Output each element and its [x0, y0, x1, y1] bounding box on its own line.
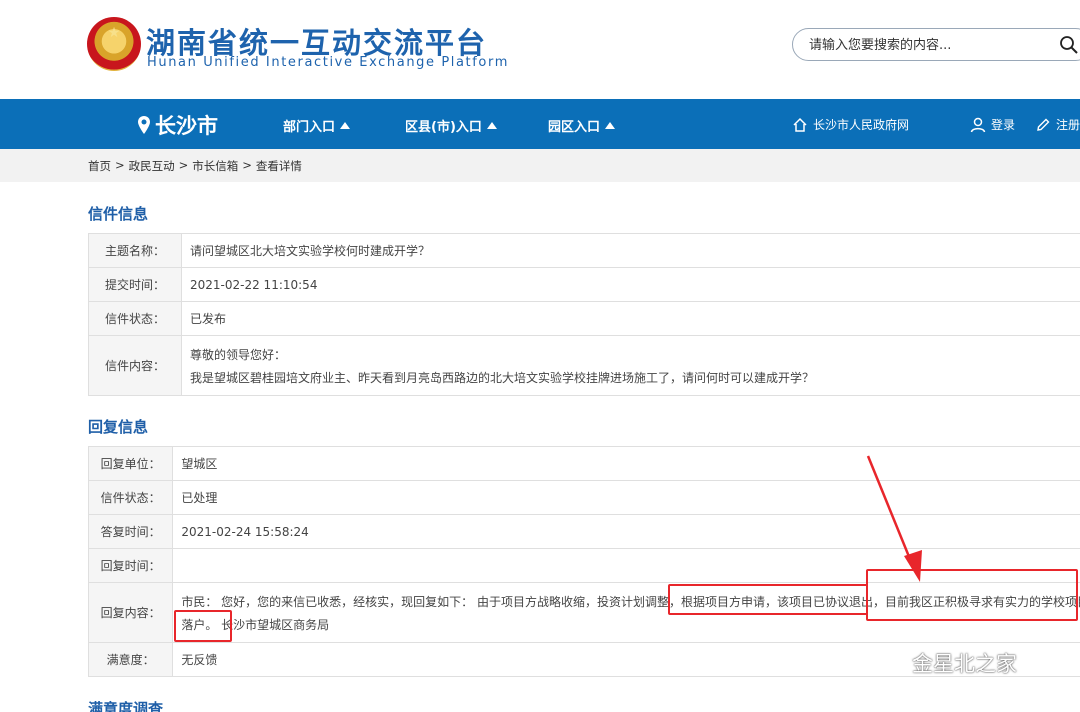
triangle-up-icon — [486, 122, 497, 129]
survey-section-title: 满意度调查 — [88, 700, 164, 712]
user-icon — [970, 117, 986, 132]
login-link[interactable]: 登录 — [970, 116, 1015, 133]
row-label: 信件状态： — [88, 301, 182, 336]
national-emblem-icon: ★ — [87, 17, 141, 71]
row-label: 信件状态： — [87, 480, 174, 515]
annotation-arrow-icon — [866, 455, 922, 582]
table-row: 提交时间： 2021-02-22 11:10:54 — [88, 267, 1080, 302]
breadcrumb-separator: > — [242, 158, 252, 172]
row-label: 主题名称： — [88, 233, 182, 268]
table-row: 信件状态： 已发布 — [88, 301, 1080, 336]
annotation-box-settle — [174, 610, 232, 642]
city-name: 长沙市 — [155, 114, 218, 138]
letter-info-table: 主题名称： 请问望城区北大培文实验学校何时建成开学？ 提交时间： 2021-02… — [88, 233, 1080, 396]
breadcrumb-separator: > — [178, 158, 189, 172]
breadcrumb-bar: 首页 > 政民互动 > 市长信箱 > 查看详情 — [0, 149, 1080, 182]
table-row: 主题名称： 请问望城区北大培文实验学校何时建成开学？ — [88, 233, 1080, 268]
letter-section-title: 信件信息 — [88, 205, 149, 223]
pencil-icon — [1037, 118, 1050, 131]
content-line: 尊敬的领导您好： — [190, 348, 287, 362]
annotation-box-exit — [668, 584, 868, 615]
watermark-text: 金星北之家 — [912, 652, 1017, 676]
content-line: 我是望城区碧桂园培文府业主、昨天看到月亮岛西路边的北大培文实验学校挂牌进场施工了… — [190, 371, 815, 385]
register-label: 注册 — [1056, 118, 1080, 132]
table-row: 回复单位： 望城区 — [87, 446, 1080, 481]
nav-label: 区县(市)入口 — [405, 120, 482, 135]
breadcrumb: 首页 > 政民互动 > 市长信箱 > 查看详情 — [88, 158, 302, 174]
answer-time-value: 2021-02-24 15:58:24 — [172, 514, 1080, 549]
search-box — [792, 28, 1080, 61]
row-label: 回复单位： — [87, 446, 174, 481]
submit-time-value: 2021-02-22 11:10:54 — [181, 267, 1080, 302]
reply-info-table: 回复单位： 望城区 信件状态： 已处理 答复时间： 2021-02-24 15:… — [87, 446, 1080, 677]
row-label: 信件内容： — [88, 335, 182, 396]
breadcrumb-home[interactable]: 首页 — [88, 158, 111, 174]
reply-unit-value: 望城区 — [172, 446, 1080, 481]
letter-status-value: 已发布 — [181, 301, 1080, 336]
triangle-up-icon — [605, 122, 616, 129]
nav-label: 部门入口 — [283, 120, 336, 135]
reply-section-title: 回复信息 — [88, 418, 149, 436]
row-label: 满意度： — [87, 642, 174, 677]
row-label: 答复时间： — [87, 514, 174, 549]
nav-park-entry[interactable]: 园区入口 — [548, 116, 616, 135]
city-selector[interactable]: 长沙市 — [137, 110, 218, 140]
breadcrumb-interaction[interactable]: 政民互动 — [129, 158, 175, 174]
breadcrumb-current: 查看详情 — [255, 159, 302, 173]
nav-department-entry[interactable]: 部门入口 — [283, 116, 351, 135]
search-input[interactable] — [809, 35, 1039, 55]
reply-status-value: 已处理 — [172, 480, 1080, 515]
search-icon[interactable] — [1059, 35, 1079, 55]
triangle-up-icon — [340, 122, 351, 129]
breadcrumb-mayor-mailbox[interactable]: 市长信箱 — [192, 158, 238, 174]
main-nav: 长沙市 部门入口 区县(市)入口 园区入口 长沙市人民政府网 登录 注册 — [0, 99, 1080, 149]
watermark: 金星北之家 — [878, 648, 1017, 678]
table-row: 信件状态： 已处理 — [87, 480, 1080, 515]
nav-label: 园区入口 — [548, 120, 601, 135]
site-header: ★ 湖南省统一互动交流平台 Hunan Unified Interactive … — [0, 0, 1080, 99]
gov-site-link[interactable]: 长沙市人民政府网 — [792, 116, 909, 133]
row-label: 提交时间： — [88, 267, 182, 302]
login-label: 登录 — [991, 118, 1016, 132]
gov-link-label: 长沙市人民政府网 — [813, 118, 910, 132]
subject-value: 请问望城区北大培文实验学校何时建成开学？ — [181, 233, 1080, 268]
breadcrumb-separator: > — [115, 158, 125, 172]
register-link[interactable]: 注册 — [1035, 116, 1080, 133]
row-label: 回复内容： — [87, 582, 174, 643]
site-subtitle: Hunan Unified Interactive Exchange Platf… — [147, 55, 509, 70]
nav-district-entry[interactable]: 区县(市)入口 — [405, 116, 497, 135]
row-label: 回复时间： — [87, 548, 174, 583]
wechat-icon — [878, 652, 905, 674]
location-pin-icon — [138, 116, 150, 134]
letter-content-value: 尊敬的领导您好： 我是望城区碧桂园培文府业主、昨天看到月亮岛西路边的北大培文实验… — [181, 335, 1080, 396]
table-row: 信件内容： 尊敬的领导您好： 我是望城区碧桂园培文府业主、昨天看到月亮岛西路边的… — [88, 335, 1080, 396]
table-row: 答复时间： 2021-02-24 15:58:24 — [87, 514, 1080, 549]
home-icon — [793, 117, 807, 132]
